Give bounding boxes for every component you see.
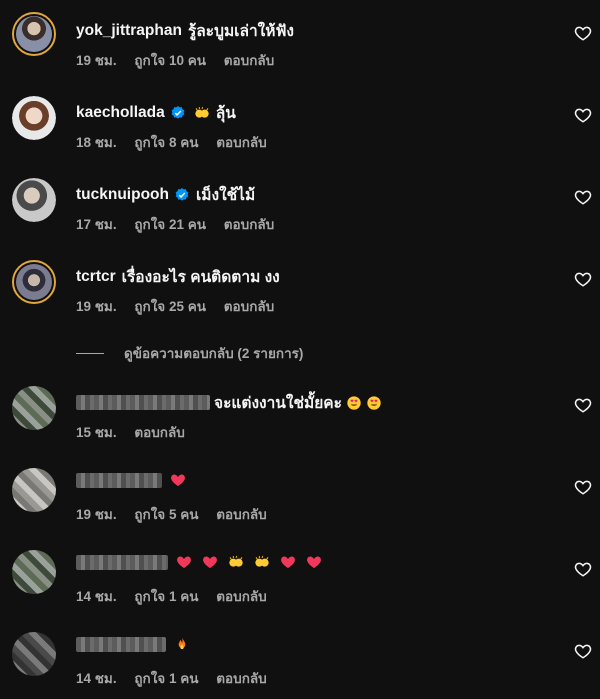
comment-item: yok_jittraphan รู้ละบูมเล่าให้ฟัง 19 ชม.… bbox=[0, 0, 600, 80]
avatar[interactable] bbox=[12, 178, 56, 222]
view-replies-label: ดูข้อความตอบกลับ (2 รายการ) bbox=[124, 346, 304, 361]
like-count[interactable]: ถูกใจ 1 คน bbox=[134, 589, 198, 604]
username[interactable]: kaechollada bbox=[76, 104, 165, 122]
verified-badge-icon bbox=[171, 105, 185, 119]
comment-text: จะแต่งงานใช่มั้ยคะ bbox=[214, 395, 342, 412]
comment-text: เรื่องอะไร คนติดตาม งง bbox=[121, 269, 280, 286]
red-heart-emoji-icon bbox=[203, 556, 217, 568]
reply-button[interactable]: ตอบกลับ bbox=[216, 135, 266, 150]
comment-item: kaechollada ลุ้น 18 ชม. ถูกใจ 8 คน ตอบกล… bbox=[0, 82, 600, 162]
comment-text: เม็งใช้ไม้ bbox=[196, 187, 256, 204]
comment-time: 19 ชม. bbox=[76, 53, 117, 68]
heart-outline-icon[interactable] bbox=[574, 270, 592, 288]
like-count[interactable]: ถูกใจ 1 คน bbox=[134, 671, 198, 686]
verified-badge-icon bbox=[175, 187, 189, 201]
avatar[interactable] bbox=[12, 260, 56, 304]
raising-hands-emoji-icon bbox=[255, 555, 269, 567]
avatar[interactable] bbox=[12, 386, 56, 430]
blurred-username[interactable] bbox=[76, 472, 162, 488]
heart-outline-icon[interactable] bbox=[574, 478, 592, 496]
view-replies-button[interactable]: ดูข้อความตอบกลับ (2 รายการ) bbox=[76, 342, 303, 364]
heart-outline-icon[interactable] bbox=[574, 188, 592, 206]
reply-button[interactable]: ตอบกลับ bbox=[224, 299, 274, 314]
heart-outline-icon[interactable] bbox=[574, 396, 592, 414]
avatar[interactable] bbox=[12, 550, 56, 594]
comment-item: 14 ชม. ถูกใจ 1 คน ตอบกลับ bbox=[0, 536, 600, 616]
like-count[interactable]: ถูกใจ 21 คน bbox=[134, 217, 206, 232]
blurred-username[interactable] bbox=[76, 395, 210, 410]
like-count[interactable]: ถูกใจ 10 คน bbox=[134, 53, 206, 68]
username[interactable]: tucknuipooh bbox=[76, 186, 169, 204]
comment-time: 19 ชม. bbox=[76, 299, 117, 314]
comment-text: รู้ละบูมเล่าให้ฟัง bbox=[187, 23, 294, 40]
heart-outline-icon[interactable] bbox=[574, 560, 592, 578]
divider bbox=[76, 352, 104, 354]
comment-item: 19 ชม. ถูกใจ 5 คน ตอบกลับ bbox=[0, 454, 600, 534]
comment-time: 14 ชม. bbox=[76, 589, 117, 604]
like-count[interactable]: ถูกใจ 5 คน bbox=[134, 507, 198, 522]
heart-eyes-emoji-icon bbox=[367, 395, 381, 410]
like-count[interactable]: ถูกใจ 8 คน bbox=[134, 135, 198, 150]
blurred-username[interactable] bbox=[76, 636, 166, 652]
username[interactable]: yok_jittraphan bbox=[76, 22, 182, 40]
comment-text: ลุ้น bbox=[215, 105, 236, 122]
heart-outline-icon[interactable] bbox=[574, 642, 592, 660]
avatar[interactable] bbox=[12, 96, 56, 140]
raising-hands-emoji-icon bbox=[195, 106, 209, 118]
reply-button[interactable]: ตอบกลับ bbox=[216, 671, 266, 686]
avatar[interactable] bbox=[12, 468, 56, 512]
red-heart-emoji-icon bbox=[307, 556, 321, 568]
red-heart-emoji-icon bbox=[177, 556, 191, 568]
comment-item: จะแต่งงานใช่มั้ยคะ 15 ชม. ตอบกลับ bbox=[0, 372, 600, 452]
raising-hands-emoji-icon bbox=[229, 555, 243, 567]
comment-time: 19 ชม. bbox=[76, 507, 117, 522]
heart-outline-icon[interactable] bbox=[574, 24, 592, 42]
reply-button[interactable]: ตอบกลับ bbox=[216, 589, 266, 604]
comment-item: tucknuipooh เม็งใช้ไม้ 17 ชม. ถูกใจ 21 ค… bbox=[0, 164, 600, 244]
comment-time: 18 ชม. bbox=[76, 135, 117, 150]
heart-outline-icon[interactable] bbox=[574, 106, 592, 124]
red-heart-emoji-icon bbox=[171, 474, 185, 486]
comment-time: 14 ชม. bbox=[76, 671, 117, 686]
reply-button[interactable]: ตอบกลับ bbox=[216, 507, 266, 522]
comment-item: tcrtcr เรื่องอะไร คนติดตาม งง 19 ชม. ถูก… bbox=[0, 246, 600, 326]
comment-time: 15 ชม. bbox=[76, 425, 117, 440]
comment-item: 14 ชม. ถูกใจ 1 คน ตอบกลับ bbox=[0, 618, 600, 698]
blurred-username[interactable] bbox=[76, 554, 168, 570]
heart-eyes-emoji-icon bbox=[347, 395, 361, 410]
comment-time: 17 ชม. bbox=[76, 217, 117, 232]
username[interactable]: tcrtcr bbox=[76, 268, 116, 286]
reply-button[interactable]: ตอบกลับ bbox=[224, 217, 274, 232]
reply-button[interactable]: ตอบกลับ bbox=[134, 425, 184, 440]
reply-button[interactable]: ตอบกลับ bbox=[224, 53, 274, 68]
like-count[interactable]: ถูกใจ 25 คน bbox=[134, 299, 206, 314]
avatar[interactable] bbox=[12, 632, 56, 676]
red-heart-emoji-icon bbox=[281, 556, 295, 568]
fire-emoji-icon bbox=[178, 637, 186, 649]
avatar[interactable] bbox=[12, 12, 56, 56]
